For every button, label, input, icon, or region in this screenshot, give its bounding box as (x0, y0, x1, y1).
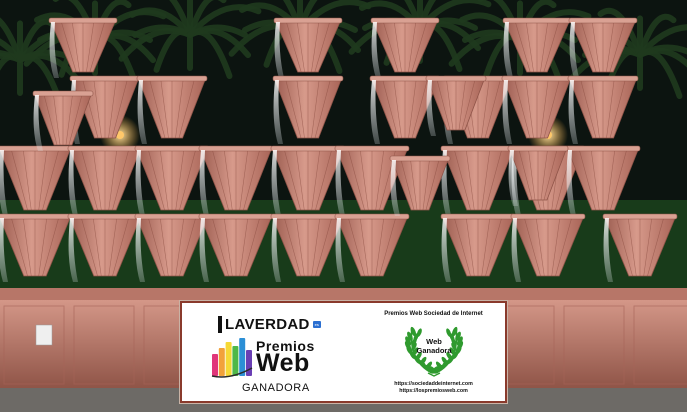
color-bar (218, 348, 225, 376)
sociedad-internet-award: Premios Web Sociedad de Internet Web Gan… (362, 303, 505, 401)
wreath-text: Web Ganadora (402, 337, 466, 355)
laurel-tie (427, 372, 441, 377)
award-badge[interactable]: LAVERDAD es Premios Web GANADORA Premios… (180, 301, 507, 403)
color-bar (239, 338, 246, 376)
wreath-line-web: Web (426, 337, 442, 346)
brand-tag: es (312, 320, 321, 328)
url-premios[interactable]: https://lospremiosweb.com (362, 388, 505, 394)
laverdad-award: LAVERDAD es Premios Web GANADORA (182, 303, 357, 401)
brand-name: LAVERDAD (225, 315, 310, 333)
url-sociedad[interactable]: https://sociedaddeinternet.com (362, 381, 505, 387)
color-bars-logo-icon (211, 338, 253, 378)
color-bar (232, 346, 239, 376)
web-label: Web (256, 349, 310, 377)
color-bar (225, 342, 232, 376)
brand-pipe-icon (218, 315, 222, 333)
color-bar (212, 354, 218, 376)
wreath-line-ganadora: Ganadora (416, 346, 452, 355)
organizer-title: Premios Web Sociedad de Internet (384, 311, 483, 317)
ganadora-label: GANADORA (242, 382, 310, 394)
color-bar (246, 350, 252, 376)
brand-row: LAVERDAD es (218, 315, 321, 333)
sign-plate (35, 324, 53, 346)
